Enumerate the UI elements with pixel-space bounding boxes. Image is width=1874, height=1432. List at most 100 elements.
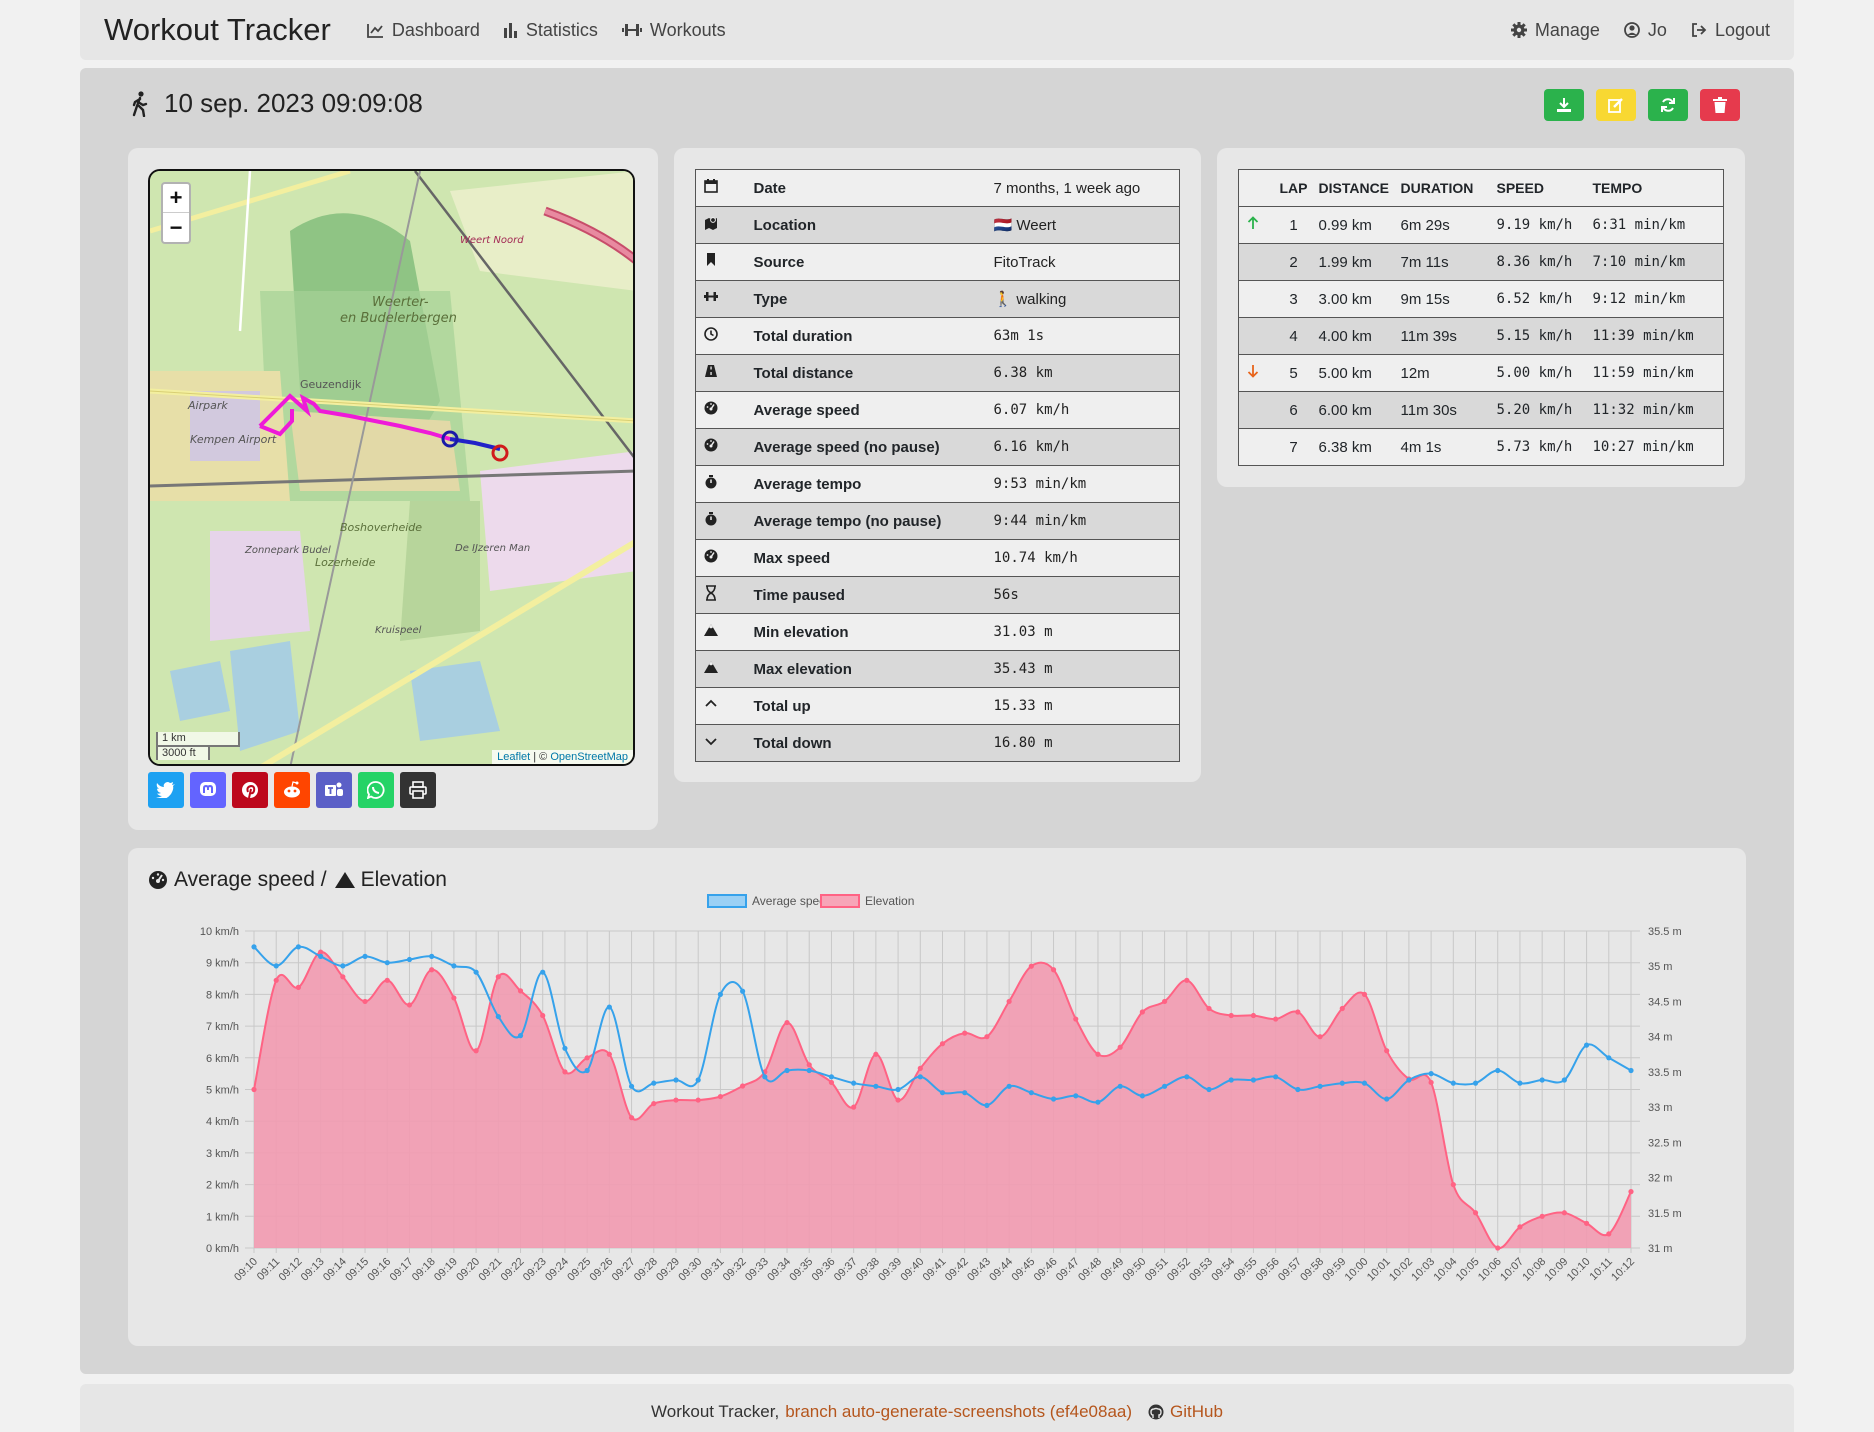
nav-user-label: Jo [1647, 19, 1667, 40]
speed-point [251, 944, 257, 950]
elevation-point [1273, 1016, 1279, 1022]
elevation-point [1161, 998, 1168, 1005]
detail-row-total-down: Total down 16.80 m [695, 724, 1180, 762]
detail-icon-cell [695, 502, 754, 540]
osm-link[interactable]: OpenStreetMap [550, 751, 628, 763]
leaflet-link[interactable]: Leaflet [497, 751, 530, 763]
detail-value: 6.07 km/h [993, 391, 1180, 429]
lap-tempo: 10:27 min/km [1592, 428, 1724, 466]
elevation-point [540, 1012, 546, 1019]
speed-point [984, 1102, 990, 1108]
lap-distance: 4.00 km [1312, 317, 1401, 355]
share-pinterest-button[interactable] [232, 772, 268, 808]
print-button[interactable] [400, 772, 436, 808]
lap-distance: 5.00 km [1312, 354, 1401, 392]
twitter-icon [156, 782, 175, 798]
lap-marker-cell [1238, 243, 1275, 281]
road-icon [705, 365, 717, 377]
nav-statistics[interactable]: Statistics [503, 20, 598, 41]
bar-chart-icon [503, 22, 517, 38]
right-axis-tick-label: 33.5 m [1648, 1067, 1682, 1079]
lap-row: 1 0.99 km 6m 29s 9.19 km/h 6:31 min/km [1238, 206, 1724, 244]
speed-point [1406, 1077, 1412, 1083]
top-navbar: Workout Tracker Dashboard Statistics Wor… [80, 0, 1794, 60]
clock-icon [704, 327, 718, 341]
map-label-forest-1: Weerter- [372, 295, 429, 310]
refresh-button[interactable] [1648, 89, 1688, 121]
download-icon [1557, 98, 1571, 112]
x-axis-tick-label: 09:49 [1098, 1256, 1126, 1284]
detail-label: Average speed (no pause) [753, 428, 994, 466]
x-axis-tick-label: 09:18 [410, 1256, 438, 1284]
detail-row-total-up: Total up 15.33 m [695, 687, 1180, 725]
elevation-point [1384, 1048, 1390, 1054]
speed-point [340, 963, 346, 969]
edit-button[interactable] [1596, 89, 1636, 121]
speed-point [1561, 1077, 1567, 1083]
speed-point [1583, 1042, 1590, 1048]
x-axis-tick-label: 09:21 [476, 1256, 504, 1284]
github-link[interactable]: GitHub [1148, 1402, 1223, 1422]
nav-logout[interactable]: Logout [1691, 20, 1770, 41]
detail-label: Total up [753, 687, 994, 725]
chevron-down-icon [705, 738, 717, 746]
nav-user[interactable]: Jo [1624, 20, 1667, 41]
share-reddit-button[interactable] [274, 772, 310, 808]
laps-header-duration: DURATION [1400, 169, 1497, 207]
share-teams-button[interactable] [316, 772, 352, 808]
share-twitter-button[interactable] [148, 772, 184, 808]
speed-point [1028, 1090, 1034, 1096]
detail-icon-cell [695, 650, 754, 688]
speed-point [784, 1067, 790, 1074]
left-axis-tick-label: 8 km/h [206, 989, 239, 1001]
x-axis-tick-label: 09:24 [543, 1256, 571, 1284]
x-axis-tick-label: 09:53 [1187, 1256, 1215, 1284]
elevation-point [1250, 1012, 1257, 1019]
x-axis-tick-label: 09:46 [1032, 1256, 1060, 1284]
left-axis-tick-label: 9 km/h [206, 958, 239, 970]
elevation-point [806, 1062, 812, 1068]
lap-tempo: 11:39 min/km [1592, 317, 1724, 355]
x-axis-tick-label: 09:29 [654, 1256, 682, 1284]
map-label-boshoverheide: Boshoverheide [340, 521, 422, 534]
lap-distance: 1.99 km [1312, 243, 1401, 281]
footer-branch-link[interactable]: branch auto-generate-screenshots (ef4e08… [785, 1402, 1132, 1422]
route-map[interactable]: Weerter- en Budelerbergen Geuzendijk Air… [148, 169, 635, 766]
elevation-point [362, 998, 368, 1005]
speed-point [695, 1077, 701, 1083]
share-buttons [148, 772, 442, 808]
share-mastodon-button[interactable] [190, 772, 226, 808]
map-label-ijzeren-man: De IJzeren Man [455, 543, 530, 554]
lap-duration: 7m 11s [1400, 243, 1497, 281]
speed-point [1250, 1077, 1257, 1083]
download-button[interactable] [1544, 89, 1584, 121]
share-whatsapp-button[interactable] [358, 772, 394, 808]
nav-dashboard[interactable]: Dashboard [366, 20, 480, 41]
refresh-icon [1661, 98, 1675, 112]
speed-point [362, 953, 368, 959]
elevation-point [939, 1041, 946, 1047]
elevation-point [273, 977, 279, 983]
speed-point [473, 969, 479, 975]
pinterest-icon [242, 782, 258, 799]
elevation-point [962, 1030, 968, 1036]
delete-button[interactable] [1700, 89, 1740, 121]
nav-manage[interactable]: Manage [1510, 20, 1600, 41]
speed-point [451, 963, 457, 969]
detail-value: 35.43 m [993, 650, 1180, 688]
x-axis-tick-label: 09:50 [1121, 1256, 1149, 1284]
speed-point [384, 960, 390, 966]
nav-workouts[interactable]: Workouts [621, 20, 726, 41]
zoom-out-button[interactable]: − [163, 213, 189, 242]
laps-card: LAP DISTANCE DURATION SPEED TEMPO 1 0.99 … [1217, 148, 1745, 487]
lap-speed: 5.20 km/h [1496, 391, 1593, 429]
speed-point [1184, 1074, 1190, 1080]
right-axis-tick-label: 35.5 m [1648, 926, 1682, 938]
printer-icon [409, 781, 427, 799]
x-axis-tick-label: 09:58 [1298, 1256, 1326, 1284]
speed-elevation-chart[interactable]: 0 km/h 1 km/h 2 km/h 3 km/h 4 km/h 5 km/h 6 km… [128, 848, 1746, 1346]
brand-title[interactable]: Workout Tracker [104, 12, 331, 48]
elevation-point [1228, 1012, 1234, 1019]
map-scale: 1 km 3000 ft [156, 732, 240, 760]
zoom-in-button[interactable]: + [163, 184, 189, 213]
